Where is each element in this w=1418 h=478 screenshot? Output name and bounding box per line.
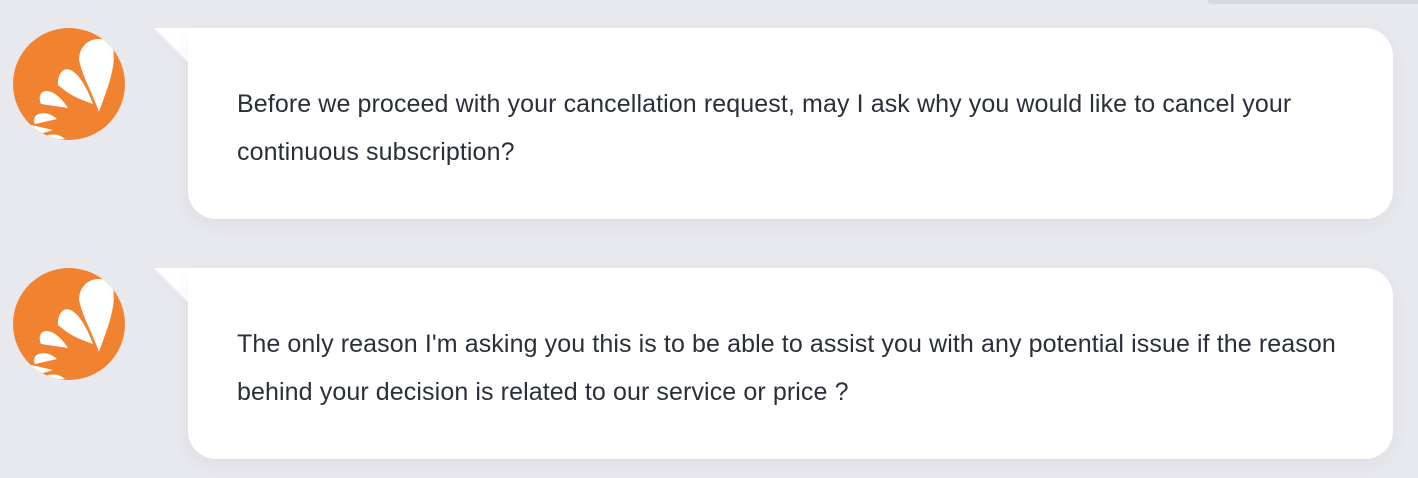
chat-message: The only reason I'm asking you this is t…	[0, 264, 1418, 460]
message-bubble: The only reason I'm asking you this is t…	[188, 268, 1393, 459]
message-text: The only reason I'm asking you this is t…	[237, 330, 1336, 406]
chat-thread: Before we proceed with your cancellation…	[0, 0, 1418, 478]
sun-rays-logo-icon	[23, 278, 114, 379]
message-text: Before we proceed with your cancellation…	[237, 90, 1292, 166]
bubble-tail	[154, 268, 190, 304]
message-bubble: Before we proceed with your cancellation…	[188, 28, 1393, 219]
sun-rays-logo-icon	[23, 38, 114, 139]
chat-message: Before we proceed with your cancellation…	[0, 24, 1418, 220]
agent-avatar	[13, 268, 125, 380]
bubble-tail	[154, 28, 190, 64]
agent-avatar	[13, 28, 125, 140]
